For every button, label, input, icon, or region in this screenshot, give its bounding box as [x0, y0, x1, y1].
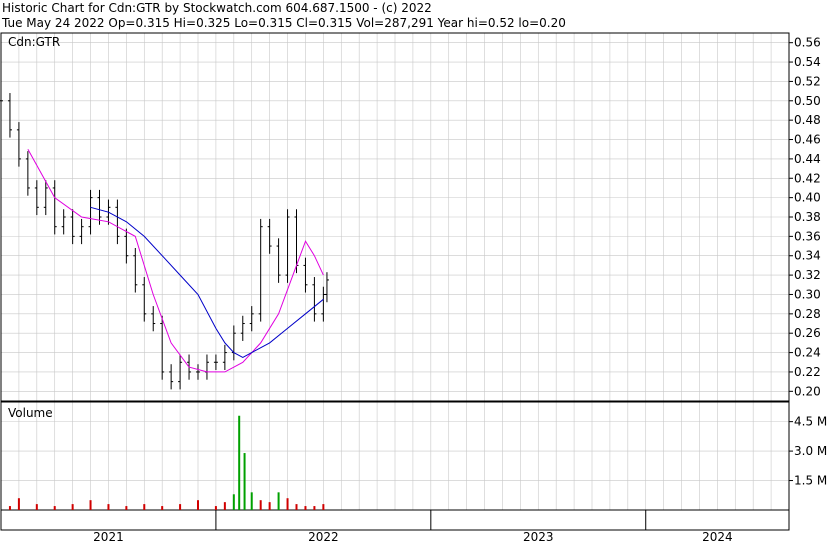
volume-bar — [71, 504, 74, 510]
price-volume-chart: Cdn:GTR Volume 0.56 0.54 0.52 0.50 0.48 0.46 0… — [0, 32, 827, 543]
y-tick-label: 0.22 — [794, 365, 821, 379]
volume-bar — [197, 500, 199, 510]
y-tick-label: 0.44 — [794, 152, 821, 166]
y-tick-label: 0.54 — [794, 55, 821, 69]
stock-chart-window: Historic Chart for Cdn:GTR by Stockwatch… — [0, 0, 830, 543]
volume-bar — [53, 506, 56, 510]
x-tick-label: 2021 — [93, 530, 124, 543]
volume-tick-label: 1.5 M — [794, 474, 827, 488]
volume-bar — [143, 504, 146, 510]
x-tick-label: 2024 — [702, 530, 733, 543]
volume-bar — [214, 506, 217, 510]
y-tick-label: 0.50 — [794, 94, 821, 108]
y-tick-label: 0.30 — [794, 287, 821, 301]
volume-bar — [179, 504, 182, 510]
volume-bar — [35, 504, 38, 510]
volume-bar — [125, 506, 128, 510]
volume-bar — [223, 502, 226, 510]
y-tick-label: 0.42 — [794, 171, 821, 185]
y-tick-label: 0.36 — [794, 229, 821, 243]
symbol-label: Cdn:GTR — [8, 35, 60, 49]
grid-lines — [1, 33, 789, 510]
volume-bar — [268, 502, 271, 510]
ma-long-line — [90, 206, 324, 358]
x-tick-label: 2023 — [523, 530, 554, 543]
y-tick-label: 0.24 — [794, 346, 821, 360]
volume-bar — [238, 415, 241, 510]
volume-bar — [322, 504, 325, 510]
time-axis-frame — [0, 509, 790, 531]
volume-bar — [286, 498, 289, 510]
volume-bar — [8, 506, 11, 510]
volume-bar — [17, 498, 20, 510]
x-tick-label: 2022 — [308, 530, 339, 543]
y-tick-label: 0.46 — [794, 133, 821, 147]
volume-bar — [107, 504, 110, 510]
price-candles — [0, 93, 329, 390]
volume-bar — [89, 500, 92, 510]
y-tick-label: 0.52 — [794, 74, 821, 88]
volume-bar — [259, 500, 262, 510]
y-tick-label: 0.32 — [794, 268, 821, 282]
volume-bar — [243, 453, 246, 510]
y-tick-label: 0.20 — [794, 384, 821, 398]
volume-tick-label: 3.0 M — [794, 444, 827, 458]
volume-label: Volume — [8, 406, 53, 420]
y-tick-label: 0.28 — [794, 307, 821, 321]
y-tick-label: 0.56 — [794, 36, 821, 50]
volume-bar — [161, 506, 164, 510]
volume-tick-label: 4.5 M — [794, 415, 827, 429]
y-tick-label: 0.38 — [794, 210, 821, 224]
volume-bars — [8, 415, 325, 510]
volume-bar — [295, 504, 298, 510]
volume-bar — [277, 492, 280, 510]
y-tick-label: 0.48 — [794, 113, 821, 127]
y-tick-label: 0.34 — [794, 249, 821, 263]
volume-bar — [313, 506, 316, 510]
volume-bar — [250, 492, 253, 510]
y-tick-label: 0.26 — [794, 326, 821, 340]
volume-bar — [232, 494, 235, 510]
volume-bar — [304, 506, 307, 510]
y-tick-label: 0.40 — [794, 191, 821, 205]
